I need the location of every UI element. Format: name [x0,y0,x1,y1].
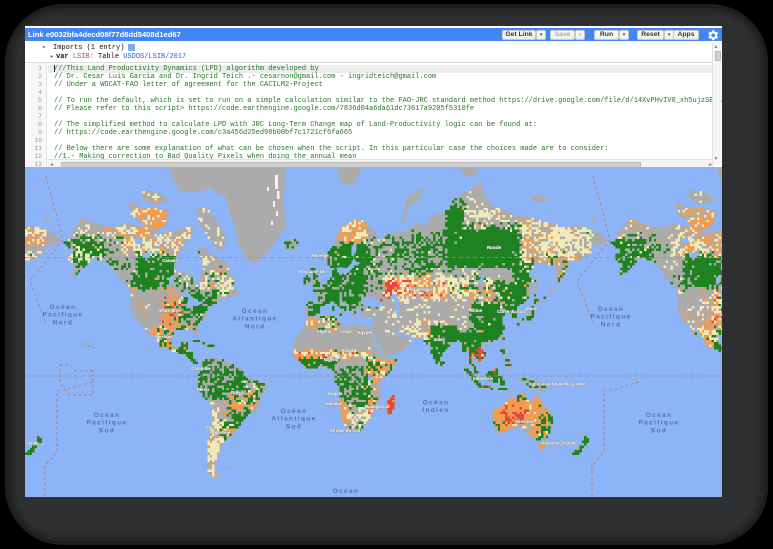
svg-text:Chine: Chine [470,308,483,313]
svg-text:Argentine: Argentine [210,430,231,435]
svg-text:Sud: Sud [286,423,302,430]
svg-text:Nord: Nord [245,323,266,330]
svg-text:Tchad: Tchad [341,348,354,353]
svg-text:Pérou: Pérou [197,387,210,392]
svg-text:Corée du Sud: Corée du Sud [497,309,525,314]
svg-text:Pacifique: Pacifique [590,314,631,321]
svg-text:Océan: Océan [598,306,625,313]
svg-text:Inde: Inde [434,337,443,342]
svg-text:Afrique du Sud: Afrique du Sud [330,428,361,433]
svg-text:Angola: Angola [328,391,343,396]
svg-text:Japon: Japon [525,306,538,311]
svg-text:Madagascar: Madagascar [365,404,390,409]
svg-text:Océan: Océan [94,412,121,419]
svg-text:Nord: Nord [53,319,74,326]
svg-text:Nigéria: Nigéria [324,357,339,362]
svg-text:Sud: Sud [99,427,115,434]
svg-text:Nouvelle-Zélande: Nouvelle-Zélande [541,441,577,446]
svg-text:Océan: Océan [646,412,673,419]
svg-text:Égypte: Égypte [358,330,373,335]
svg-text:Océan: Océan [333,488,360,495]
svg-text:Sud: Sud [651,427,667,434]
svg-text:Océan: Océan [242,308,269,315]
svg-text:lande: lande [27,441,39,446]
svg-text:Atlantique: Atlantique [232,316,277,323]
svg-text:Namibie: Namibie [326,401,343,406]
svg-text:Norvège: Norvège [311,253,329,258]
svg-text:Colombie: Colombie [191,366,211,371]
svg-text:Brésil: Brésil [231,390,243,395]
svg-text:Algérie: Algérie [317,329,332,334]
svg-text:Russie: Russie [487,245,502,250]
svg-text:Pacifique: Pacifique [86,420,127,427]
svg-text:Pacifique: Pacifique [638,420,679,427]
svg-text:États-Unis: États-Unis [159,308,181,313]
svg-text:Kazakhstan: Kazakhstan [408,287,432,292]
svg-text:Royaume-Uni: Royaume-Uni [299,269,327,274]
svg-text:Pacifique: Pacifique [42,312,83,319]
svg-text:Indonésie: Indonésie [473,376,494,381]
svg-text:Mexique: Mexique [155,334,173,339]
svg-text:Indien: Indien [422,407,449,414]
svg-text:Océan: Océan [281,408,308,415]
svg-text:Canada: Canada [162,258,178,263]
svg-text:Océan: Océan [50,304,77,311]
svg-text:Papouasie-Nouvelle-Guinée: Papouasie-Nouvelle-Guinée [529,382,586,387]
svg-text:Libye: Libye [340,329,352,334]
svg-text:Atlantique: Atlantique [271,416,316,423]
svg-text:Nord: Nord [601,321,622,328]
svg-text:Australie: Australie [515,419,534,424]
svg-text:Océan: Océan [423,400,450,407]
